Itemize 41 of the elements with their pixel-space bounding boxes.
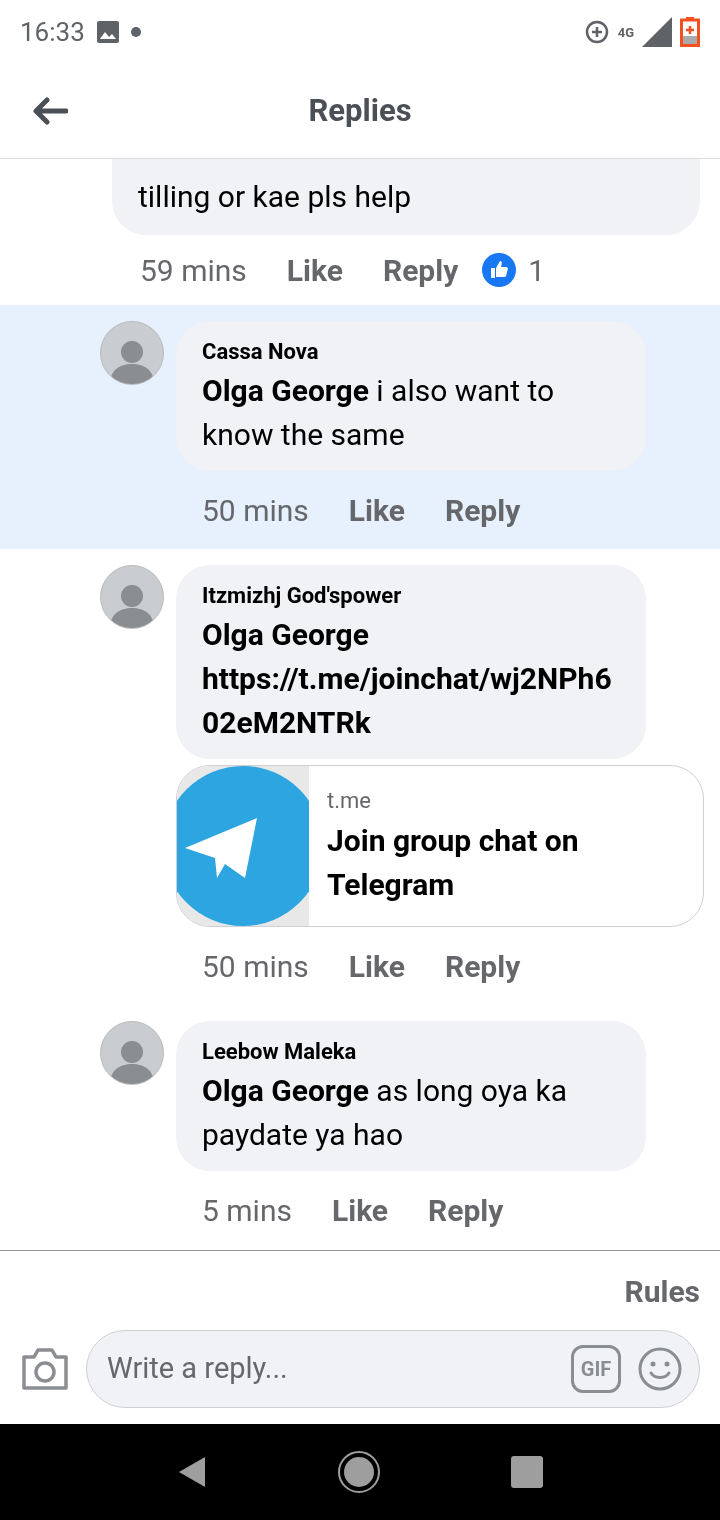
comment-time: 50 mins: [202, 947, 309, 986]
dot-icon: [130, 27, 141, 37]
comment-time: 50 mins: [202, 491, 309, 530]
paper-plane-logo-icon: [177, 766, 309, 926]
camera-icon[interactable]: [20, 1347, 70, 1391]
link-preview[interactable]: t.me Join group chat on Telegram: [176, 765, 704, 927]
author-name[interactable]: Leebow Maleka: [202, 1035, 620, 1069]
reply-button[interactable]: Reply: [444, 943, 521, 989]
reply-button[interactable]: Reply: [382, 247, 459, 293]
reaction-count: 1: [528, 251, 546, 290]
comment-bubble: tilling or kae pls help: [112, 159, 700, 235]
author-name[interactable]: Itzmizhj God'spower: [202, 579, 620, 613]
comment-time: 5 mins: [202, 1191, 292, 1230]
reply-button[interactable]: Reply: [444, 487, 521, 533]
author-name[interactable]: Cassa Nova: [202, 335, 620, 369]
link-title: Join group chat on Telegram: [327, 822, 580, 904]
gif-button[interactable]: GIF: [571, 1345, 621, 1393]
smiley-icon[interactable]: [637, 1346, 683, 1392]
network-type: 4G: [617, 25, 634, 39]
back-arrow-icon[interactable]: [32, 97, 68, 125]
rules-link[interactable]: Rules: [624, 1269, 700, 1314]
reply-button[interactable]: Reply: [428, 1187, 504, 1233]
like-button[interactable]: Like: [348, 487, 405, 533]
thumbs-up-icon: [482, 253, 517, 287]
link-domain: t.me: [327, 787, 372, 815]
comment-time: 59 mins: [140, 251, 247, 290]
page-title: Replies: [308, 90, 412, 131]
like-button[interactable]: Like: [348, 943, 405, 989]
battery-icon: [680, 17, 700, 47]
reply-input-field[interactable]: Write a reply... GIF: [86, 1330, 700, 1408]
data-saver-icon: [583, 19, 610, 45]
like-button[interactable]: Like: [331, 1187, 389, 1233]
home-nav-icon[interactable]: [337, 1450, 381, 1494]
back-nav-icon[interactable]: [177, 1455, 207, 1489]
signal-icon: [642, 17, 672, 47]
comment-text: Olga George as long oya ka paydate ya hao: [202, 1072, 568, 1154]
image-icon: [96, 21, 119, 43]
comment-text: Olga George i also want to know the same: [202, 372, 556, 454]
like-button[interactable]: Like: [286, 247, 343, 293]
status-time: 16:33: [20, 15, 85, 49]
comment-text: Olga George https://t.me/joinchat/wj2NPh602eM2NTRk: [202, 616, 613, 742]
